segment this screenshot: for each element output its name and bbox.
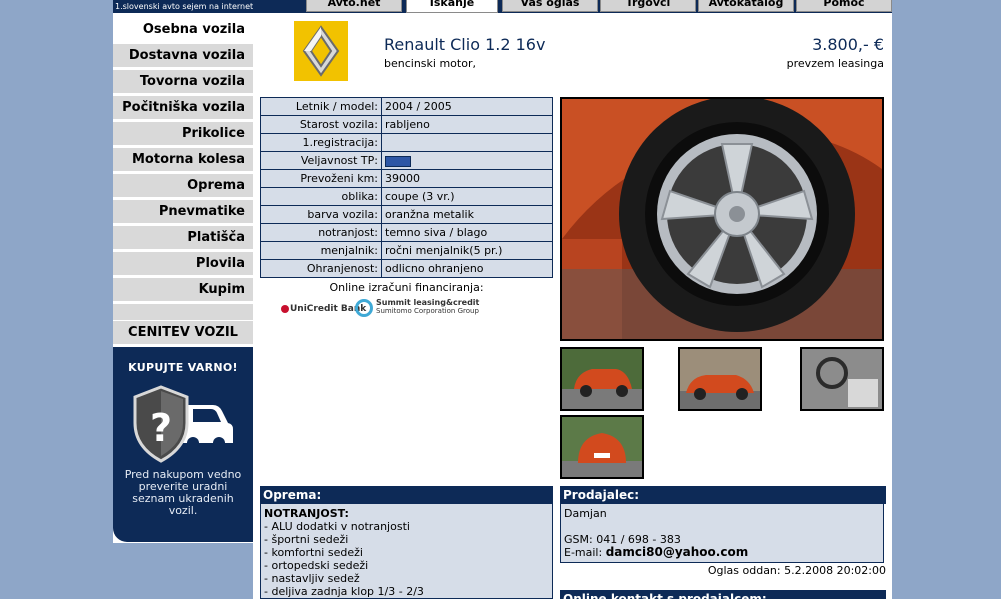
list-item: - deljiva zadnja klop 1/3 - 2/3 (264, 585, 424, 598)
seller-email-link[interactable]: damci80@yahoo.com (606, 545, 749, 559)
car-title: Renault Clio 1.2 16v (384, 35, 546, 54)
spec-value: coupe (3 vr.) (381, 187, 553, 206)
spec-value: 39000 (381, 169, 553, 188)
list-item: - nastavljiv sedež (264, 572, 360, 585)
sidebar-item-oprema[interactable]: Oprema (113, 174, 253, 198)
renault-diamond-icon (302, 25, 340, 77)
thumbnail-image (562, 417, 642, 477)
seller-email-row: E-mail: damci80@yahoo.com (564, 545, 880, 560)
sidebar: Osebna vozila Dostavna vozila Tovorna vo… (113, 13, 253, 543)
table-row: Letnik / model: 2004 / 2005 (260, 97, 553, 116)
thumbnail-2[interactable] (678, 347, 762, 411)
tab-vas-oglas[interactable]: Vaš oglas (502, 0, 598, 12)
sidebar-item-dostavna-vozila[interactable]: Dostavna vozila (113, 44, 253, 68)
list-item: - ALU dodatki v notranjosti (264, 520, 410, 533)
wheel-photo (562, 99, 882, 339)
tab-trgovci[interactable]: Trgovci (600, 0, 696, 12)
thumbnail-image (802, 349, 882, 409)
seller-info: Damjan GSM: 041 / 698 - 383 E-mail: damc… (560, 504, 884, 563)
seller-name: Damjan (564, 507, 607, 520)
car-subtitle: bencinski motor, (384, 57, 476, 70)
spec-label: Starost vozila: (260, 115, 382, 134)
spec-label: oblika: (260, 187, 382, 206)
safe-buying-title: KUPUJTE VARNO! (128, 361, 238, 374)
safe-buying-banner[interactable]: KUPUJTE VARNO! ? Pred nakupom vedno prev… (113, 347, 253, 542)
spec-value: rabljeno (381, 115, 553, 134)
svg-text:?: ? (150, 406, 172, 450)
spec-value (381, 133, 553, 152)
seller-email-label: E-mail: (564, 546, 603, 559)
spec-label: Veljavnost TP: (260, 151, 382, 170)
seller-spacer (564, 520, 880, 533)
table-row: notranjost: temno siva / blago (260, 223, 553, 242)
leasing-note: prevzem leasinga (786, 57, 884, 70)
table-row: Prevoženi km: 39000 (260, 169, 553, 188)
online-contact-header: Online kontakt s prodajalcem: (560, 590, 886, 599)
sidebar-item-osebna-vozila[interactable]: Osebna vozila (113, 18, 253, 42)
eu-flag-icon (385, 155, 411, 167)
spec-value: ročni menjalnik(5 pr.) (381, 241, 553, 260)
tab-avtokatalog[interactable]: Avtokatalog (698, 0, 794, 12)
table-row: Starost vozila: rabljeno (260, 115, 553, 134)
spec-value: oranžna metalik (381, 205, 553, 224)
summit-leasing-link[interactable]: Summit leasing&credit Sumitomo Corporati… (355, 299, 479, 317)
thumbnail-1[interactable] (560, 347, 644, 411)
table-row: oblika: coupe (3 vr.) (260, 187, 553, 206)
listing-content: Renault Clio 1.2 16v bencinski motor, 3.… (253, 13, 892, 599)
thumbnail-image (680, 349, 760, 409)
main-photo[interactable] (560, 97, 884, 341)
sidebar-item-kupim[interactable]: Kupim (113, 278, 253, 302)
sidebar-item-prikolice[interactable]: Prikolice (113, 122, 253, 146)
sidebar-item-tovorna-vozila[interactable]: Tovorna vozila (113, 70, 253, 94)
table-row: menjalnik: ročni menjalnik(5 pr.) (260, 241, 553, 260)
list-item: - športni sedeži (264, 533, 349, 546)
tab-avto-net[interactable]: Avto.net (306, 0, 402, 12)
equipment-list: NOTRANJOST: - ALU dodatki v notranjosti … (260, 504, 553, 599)
sidebar-item-plovila[interactable]: Plovila (113, 252, 253, 276)
table-row: Ohranjenost: odlicno ohranjeno (260, 259, 553, 278)
equipment-header: Oprema: (260, 486, 553, 504)
table-row: 1.registracija: (260, 133, 553, 152)
sidebar-item-cenitev-vozil[interactable]: CENITEV VOZIL (113, 321, 253, 345)
spec-label: 1.registracija: (260, 133, 382, 152)
unicredit-logo-icon (281, 304, 289, 313)
car-price: 3.800,- € (812, 35, 884, 54)
spec-value: odlicno ohranjeno (381, 259, 553, 278)
sidebar-item-platisca[interactable]: Platišča (113, 226, 253, 250)
sidebar-item-pnevmatike[interactable]: Pnevmatike (113, 200, 253, 224)
equipment-section-title: NOTRANJOST: (264, 507, 349, 520)
tab-pomoc[interactable]: Pomoč (796, 0, 892, 12)
posted-date: Oglas oddan: 5.2.2008 20:02:00 (707, 564, 886, 577)
sidebar-spacer (113, 304, 253, 320)
sidebar-item-pocitniska-vozila[interactable]: Počitniška vozila (113, 96, 253, 120)
spec-label: barva vozila: (260, 205, 382, 224)
site-tagline: 1.slovenski avto sejem na internetu (113, 0, 253, 13)
thumbnail-4[interactable] (560, 415, 644, 479)
table-row: Veljavnost TP: (260, 151, 553, 170)
spec-value (381, 151, 553, 170)
renault-logo (294, 21, 348, 81)
list-item: - komfortni sedeži (264, 546, 363, 559)
table-row: barva vozila: oranžna metalik (260, 205, 553, 224)
spec-label: Prevoženi km: (260, 169, 382, 188)
shield-car-icon: ? (133, 385, 233, 463)
specs-table: Letnik / model: 2004 / 2005 Starost vozil… (260, 97, 553, 278)
thumbnail-3[interactable] (800, 347, 884, 411)
spec-value: 2004 / 2005 (381, 97, 553, 116)
top-tabs: Avto.net Iskanje Vaš oglas Trgovci Avtok… (253, 0, 892, 13)
safe-buying-text: Pred nakupom vedno preverite uradni sezn… (124, 468, 242, 517)
summit-logo-icon (355, 299, 373, 317)
unicredit-link[interactable]: UniCredit Bank (281, 304, 366, 314)
spec-label: menjalnik: (260, 241, 382, 260)
spec-label: Ohranjenost: (260, 259, 382, 278)
spec-label: Letnik / model: (260, 97, 382, 116)
financing-title: Online izračuni financiranja: (329, 281, 484, 294)
list-item: - ortopedski sedeži (264, 559, 369, 572)
spec-label: notranjost: (260, 223, 382, 242)
spec-value: temno siva / blago (381, 223, 553, 242)
seller-header: Prodajalec: (560, 486, 886, 504)
sidebar-item-motorna-kolesa[interactable]: Motorna kolesa (113, 148, 253, 172)
thumbnail-image (562, 349, 642, 409)
tab-iskanje[interactable]: Iskanje (406, 0, 498, 13)
